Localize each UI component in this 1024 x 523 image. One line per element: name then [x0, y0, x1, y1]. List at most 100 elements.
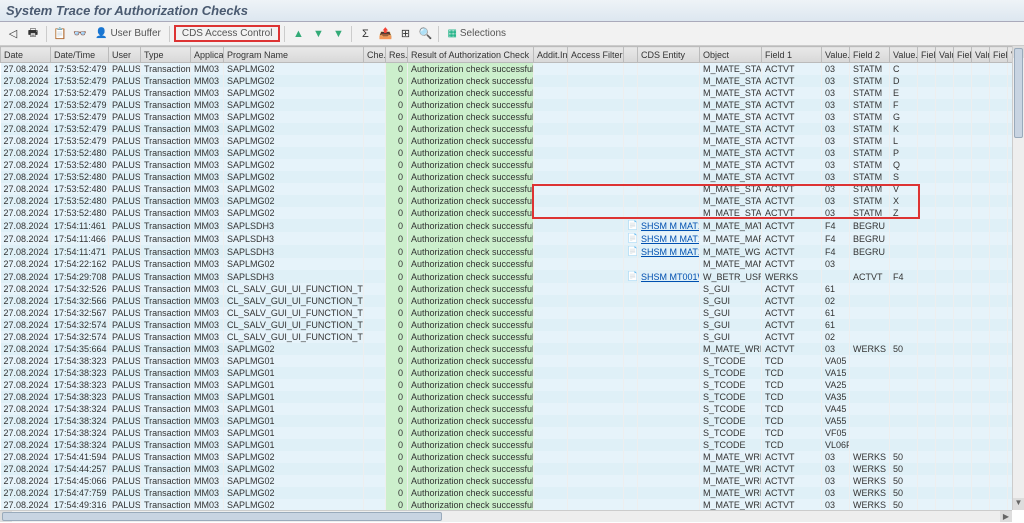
- table-row[interactable]: 27.08.202417:54:38:323PALUSTransactionMM…: [1, 379, 1024, 391]
- table-row[interactable]: 27.08.202417:54:38:324PALUSTransactionMM…: [1, 415, 1024, 427]
- column-header[interactable]: Result of Authorization Check: [408, 47, 534, 63]
- column-header[interactable]: Field...: [990, 47, 1008, 63]
- glasses-icon[interactable]: 👓: [71, 25, 89, 43]
- table-row[interactable]: 27.08.202417:53:52:479PALUSTransactionMM…: [1, 135, 1024, 147]
- horizontal-scrollbar[interactable]: ◀ ▶: [0, 510, 1012, 522]
- cell: Transaction: [141, 63, 191, 76]
- scroll-right-arrow[interactable]: ▶: [1000, 511, 1012, 522]
- column-header[interactable]: Date: [1, 47, 51, 63]
- column-header[interactable]: Value...: [936, 47, 954, 63]
- table-row[interactable]: 27.08.202417:54:44:257PALUSTransactionMM…: [1, 463, 1024, 475]
- column-header[interactable]: [624, 47, 638, 63]
- table-row[interactable]: 27.08.202417:53:52:479PALUSTransactionMM…: [1, 99, 1024, 111]
- table-row[interactable]: 27.08.202417:54:38:323PALUSTransactionMM…: [1, 367, 1024, 379]
- cell: [918, 331, 936, 343]
- table-row[interactable]: 27.08.202417:54:38:324PALUSTransactionMM…: [1, 439, 1024, 451]
- cell: [568, 159, 624, 171]
- cell: [972, 331, 990, 343]
- table-row[interactable]: 27.08.202417:53:52:480PALUSTransactionMM…: [1, 183, 1024, 195]
- table-row[interactable]: 27.08.202417:54:22:162PALUSTransactionMM…: [1, 258, 1024, 270]
- table-row[interactable]: 27.08.202417:53:52:480PALUSTransactionMM…: [1, 159, 1024, 171]
- scroll-thumb[interactable]: [2, 512, 442, 521]
- cell: CL_SALV_GUI_UI_FUNCTION_TOOLS=CP: [224, 307, 364, 319]
- table-row[interactable]: 27.08.202417:53:52:479PALUSTransactionMM…: [1, 123, 1024, 135]
- table-row[interactable]: 27.08.202417:53:52:479PALUSTransactionMM…: [1, 87, 1024, 99]
- table-row[interactable]: 27.08.202417:54:11:461PALUSTransactionMM…: [1, 219, 1024, 232]
- details-icon[interactable]: 📋: [51, 25, 69, 43]
- back-icon[interactable]: ◁: [4, 25, 22, 43]
- export-icon[interactable]: 📤: [376, 25, 394, 43]
- table-row[interactable]: 27.08.202417:54:32:574PALUSTransactionMM…: [1, 331, 1024, 343]
- table-row[interactable]: 27.08.202417:54:32:526PALUSTransactionMM…: [1, 283, 1024, 295]
- cds-entity-link[interactable]: SHSM MT001W: [641, 272, 700, 282]
- cds-access-control-button[interactable]: CDS Access Control: [174, 25, 281, 42]
- cds-entity-link[interactable]: SHSM M MAT1M: [641, 247, 700, 257]
- table-row[interactable]: 27.08.202417:54:11:471PALUSTransactionMM…: [1, 245, 1024, 258]
- cell: Authorization check successful: [408, 439, 534, 451]
- column-header[interactable]: User: [109, 47, 141, 63]
- column-header[interactable]: Application: [191, 47, 224, 63]
- scroll-thumb[interactable]: [1014, 48, 1023, 138]
- user-buffer-button[interactable]: 👤 User Buffer: [91, 28, 165, 39]
- cds-entity-link[interactable]: SHSM M MAT1M: [641, 234, 700, 244]
- filter-icon[interactable]: ▼: [329, 25, 347, 43]
- table-row[interactable]: 27.08.202417:53:52:480PALUSTransactionMM…: [1, 207, 1024, 219]
- cell: [364, 270, 386, 283]
- column-header[interactable]: Value...: [890, 47, 918, 63]
- column-header[interactable]: Program Name: [224, 47, 364, 63]
- table-row[interactable]: 27.08.202417:53:52:479PALUSTransactionMM…: [1, 111, 1024, 123]
- table-row[interactable]: 27.08.202417:54:38:323PALUSTransactionMM…: [1, 355, 1024, 367]
- column-header[interactable]: Res...: [386, 47, 408, 63]
- vertical-scrollbar[interactable]: ▲ ▼: [1012, 46, 1024, 510]
- cds-entity-link[interactable]: SHSM M MAT1M: [641, 221, 700, 231]
- table-row[interactable]: 27.08.202417:54:29:708PALUSTransactionMM…: [1, 270, 1024, 283]
- column-header[interactable]: Addit.In...: [534, 47, 568, 63]
- sum-icon[interactable]: Σ: [356, 25, 374, 43]
- column-header[interactable]: Che...: [364, 47, 386, 63]
- table-row[interactable]: 27.08.202417:54:49:316PALUSTransactionMM…: [1, 499, 1024, 510]
- table-row[interactable]: 27.08.202417:53:52:479PALUSTransactionMM…: [1, 63, 1024, 76]
- data-grid[interactable]: DateDate/TimeUserTypeApplicationProgram …: [0, 46, 1024, 510]
- layout-icon[interactable]: ⊞: [396, 25, 414, 43]
- column-header[interactable]: Value...: [822, 47, 850, 63]
- find-icon[interactable]: 🔍: [416, 25, 434, 43]
- cell: SHSM M MAT1M: [638, 232, 700, 245]
- table-row[interactable]: 27.08.202417:54:35:664PALUSTransactionMM…: [1, 343, 1024, 355]
- cell: [936, 219, 954, 232]
- print-icon[interactable]: 🖶: [24, 25, 42, 43]
- table-row[interactable]: 27.08.202417:54:11:466PALUSTransactionMM…: [1, 232, 1024, 245]
- cell: PALUS: [109, 232, 141, 245]
- column-header[interactable]: Value...: [972, 47, 990, 63]
- column-header[interactable]: Object: [700, 47, 762, 63]
- table-row[interactable]: 27.08.202417:54:32:567PALUSTransactionMM…: [1, 307, 1024, 319]
- scroll-down-arrow[interactable]: ▼: [1013, 498, 1024, 510]
- table-row[interactable]: 27.08.202417:54:45:066PALUSTransactionMM…: [1, 475, 1024, 487]
- table-row[interactable]: 27.08.202417:54:41:594PALUSTransactionMM…: [1, 451, 1024, 463]
- column-header[interactable]: Field...: [918, 47, 936, 63]
- cell: [364, 331, 386, 343]
- table-row[interactable]: 27.08.202417:53:52:480PALUSTransactionMM…: [1, 171, 1024, 183]
- column-header[interactable]: Field 1: [762, 47, 822, 63]
- column-header[interactable]: Field 2: [850, 47, 890, 63]
- column-header[interactable]: Date/Time: [51, 47, 109, 63]
- column-header[interactable]: CDS Entity: [638, 47, 700, 63]
- column-header[interactable]: Field...: [954, 47, 972, 63]
- sort-desc-icon[interactable]: ▼: [309, 25, 327, 43]
- sort-asc-icon[interactable]: ▲: [289, 25, 307, 43]
- table-row[interactable]: 27.08.202417:54:32:566PALUSTransactionMM…: [1, 295, 1024, 307]
- cell: 17:54:45:066: [51, 475, 109, 487]
- table-row[interactable]: 27.08.202417:53:52:479PALUSTransactionMM…: [1, 75, 1024, 87]
- column-header[interactable]: Access Filteri...: [568, 47, 624, 63]
- cell: 03: [822, 147, 850, 159]
- table-row[interactable]: 27.08.202417:54:38:324PALUSTransactionMM…: [1, 427, 1024, 439]
- cell: [568, 258, 624, 270]
- selections-button[interactable]: ▦ Selections: [443, 28, 510, 39]
- table-row[interactable]: 27.08.202417:54:32:574PALUSTransactionMM…: [1, 319, 1024, 331]
- table-row[interactable]: 27.08.202417:54:47:759PALUSTransactionMM…: [1, 487, 1024, 499]
- column-header[interactable]: Type: [141, 47, 191, 63]
- table-row[interactable]: 27.08.202417:54:38:324PALUSTransactionMM…: [1, 403, 1024, 415]
- table-row[interactable]: 27.08.202417:54:38:323PALUSTransactionMM…: [1, 391, 1024, 403]
- table-row[interactable]: 27.08.202417:53:52:480PALUSTransactionMM…: [1, 147, 1024, 159]
- table-row[interactable]: 27.08.202417:53:52:480PALUSTransactionMM…: [1, 195, 1024, 207]
- cell: SAPLMG02: [224, 463, 364, 475]
